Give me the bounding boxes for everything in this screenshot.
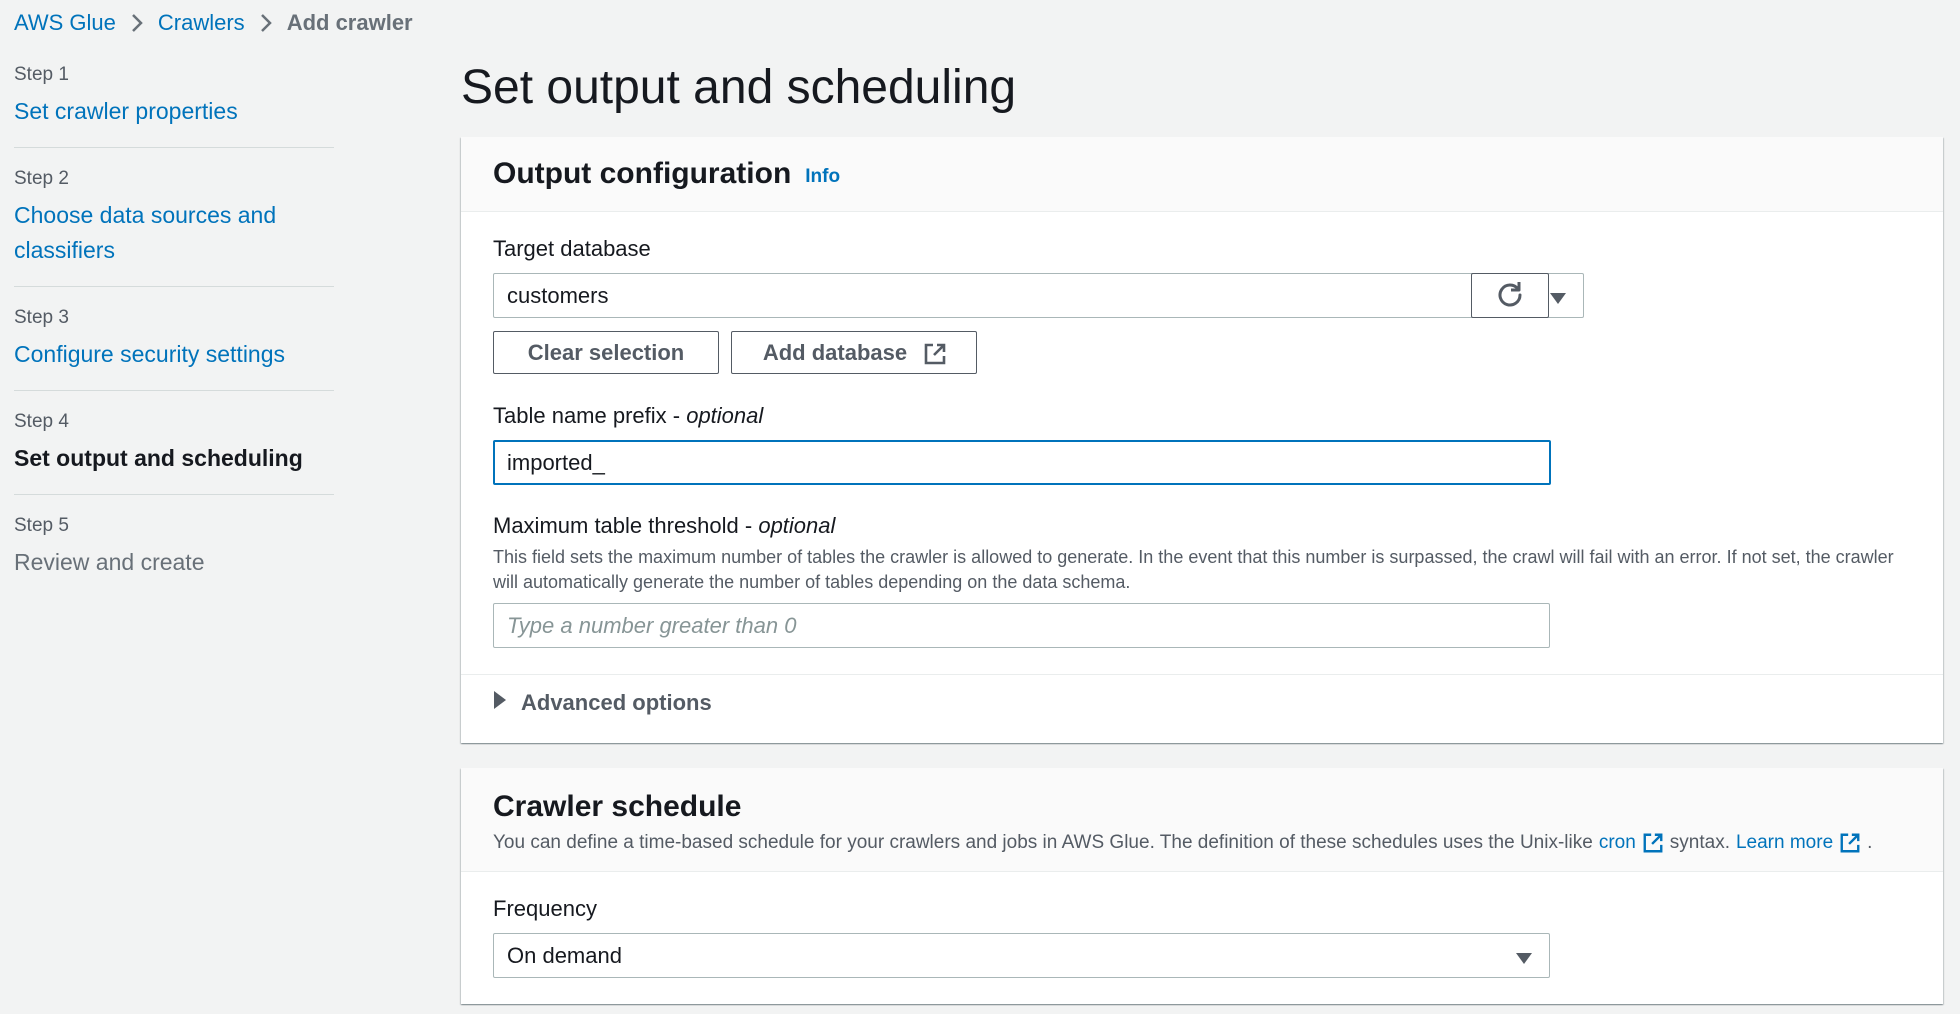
step-number: Step 4 <box>14 411 69 432</box>
clear-selection-button[interactable]: Clear selection <box>493 331 719 374</box>
step-review-create: Review and create <box>14 549 205 575</box>
breadcrumb-crawlers[interactable]: Crawlers <box>158 8 245 38</box>
cron-link-label: cron <box>1598 832 1636 853</box>
step-1: Step 1 Set crawler properties <box>14 62 334 148</box>
target-database-label: Target database <box>493 236 651 261</box>
learn-more-label: Learn more <box>1735 832 1834 853</box>
optional-tag: optional <box>758 513 836 538</box>
step-link-security-settings[interactable]: Configure security settings <box>14 337 334 372</box>
frequency-label: Frequency <box>493 896 597 921</box>
chevron-right-icon <box>130 12 144 34</box>
refresh-button[interactable] <box>1471 273 1549 318</box>
cron-link[interactable]: cron <box>1599 830 1664 856</box>
step-number: Step 1 <box>14 64 69 85</box>
breadcrumb-current: Add crawler <box>286 10 413 35</box>
chevron-right-icon <box>259 12 273 34</box>
caret-right-icon <box>493 690 507 716</box>
wizard-steps: Step 1 Set crawler properties Step 2 Cho… <box>14 62 334 616</box>
max-threshold-input[interactable]: Type a number greater than 0 <box>493 603 1550 648</box>
schedule-desc-text: You can define a time-based schedule for… <box>493 832 1593 853</box>
step-link-data-sources[interactable]: Choose data sources and classifiers <box>14 198 284 268</box>
schedule-desc-end: . <box>1867 832 1873 853</box>
advanced-options-toggle[interactable]: Advanced options <box>493 690 712 716</box>
schedule-desc-text: syntax. <box>1669 832 1730 853</box>
step-5: Step 5 Review and create <box>14 513 334 598</box>
external-link-icon <box>1642 832 1664 854</box>
panel-header: Output configuration Info <box>461 137 1943 212</box>
target-database-value: customers <box>507 282 609 308</box>
panel-header: Crawler schedule You can define a time-b… <box>461 768 1943 872</box>
frequency-select[interactable]: On demand <box>493 933 1550 978</box>
frequency-value: On demand <box>507 942 622 968</box>
caret-down-icon <box>1549 287 1567 305</box>
optional-tag: optional <box>686 403 764 428</box>
step-current-output-scheduling: Set output and scheduling <box>14 445 303 471</box>
crawler-schedule-panel: Crawler schedule You can define a time-b… <box>461 768 1943 1004</box>
step-link-crawler-properties[interactable]: Set crawler properties <box>14 94 334 129</box>
step-3: Step 3 Configure security settings <box>14 305 334 391</box>
breadcrumb-aws-glue[interactable]: AWS Glue <box>14 8 116 38</box>
table-prefix-label: Table name prefix - optional <box>493 401 763 431</box>
table-prefix-label-text: Table name prefix - <box>493 403 687 428</box>
panel-title: Crawler schedule <box>493 790 742 823</box>
step-2: Step 2 Choose data sources and classifie… <box>14 166 334 287</box>
refresh-icon <box>1496 279 1524 313</box>
max-threshold-label-text: Maximum table threshold - <box>493 513 759 538</box>
step-number: Step 2 <box>14 168 69 189</box>
max-threshold-label: Maximum table threshold - optional <box>493 511 835 541</box>
external-link-icon <box>923 342 946 364</box>
external-link-icon <box>1839 832 1861 854</box>
divider <box>461 674 1943 675</box>
max-threshold-description: This field sets the maximum number of ta… <box>493 547 1894 592</box>
advanced-options-label: Advanced options <box>521 690 712 715</box>
step-number: Step 3 <box>14 307 69 328</box>
caret-down-icon <box>1515 947 1533 965</box>
breadcrumb: AWS Glue Crawlers Add crawler <box>14 8 413 38</box>
learn-more-link[interactable]: Learn more <box>1736 830 1861 856</box>
page-title: Set output and scheduling <box>461 61 1017 114</box>
add-database-button[interactable]: Add database <box>731 331 977 374</box>
step-number: Step 5 <box>14 515 69 536</box>
add-database-label: Add database <box>762 339 908 365</box>
info-link[interactable]: Info <box>805 166 840 188</box>
panel-title: Output configuration <box>493 157 792 190</box>
schedule-description: You can define a time-based schedule for… <box>493 830 1911 856</box>
step-4: Step 4 Set output and scheduling <box>14 409 334 495</box>
target-database-select[interactable]: customers <box>493 273 1584 318</box>
table-prefix-input[interactable]: imported_ <box>493 440 1551 485</box>
output-configuration-panel: Output configuration Info Target databas… <box>461 137 1943 743</box>
